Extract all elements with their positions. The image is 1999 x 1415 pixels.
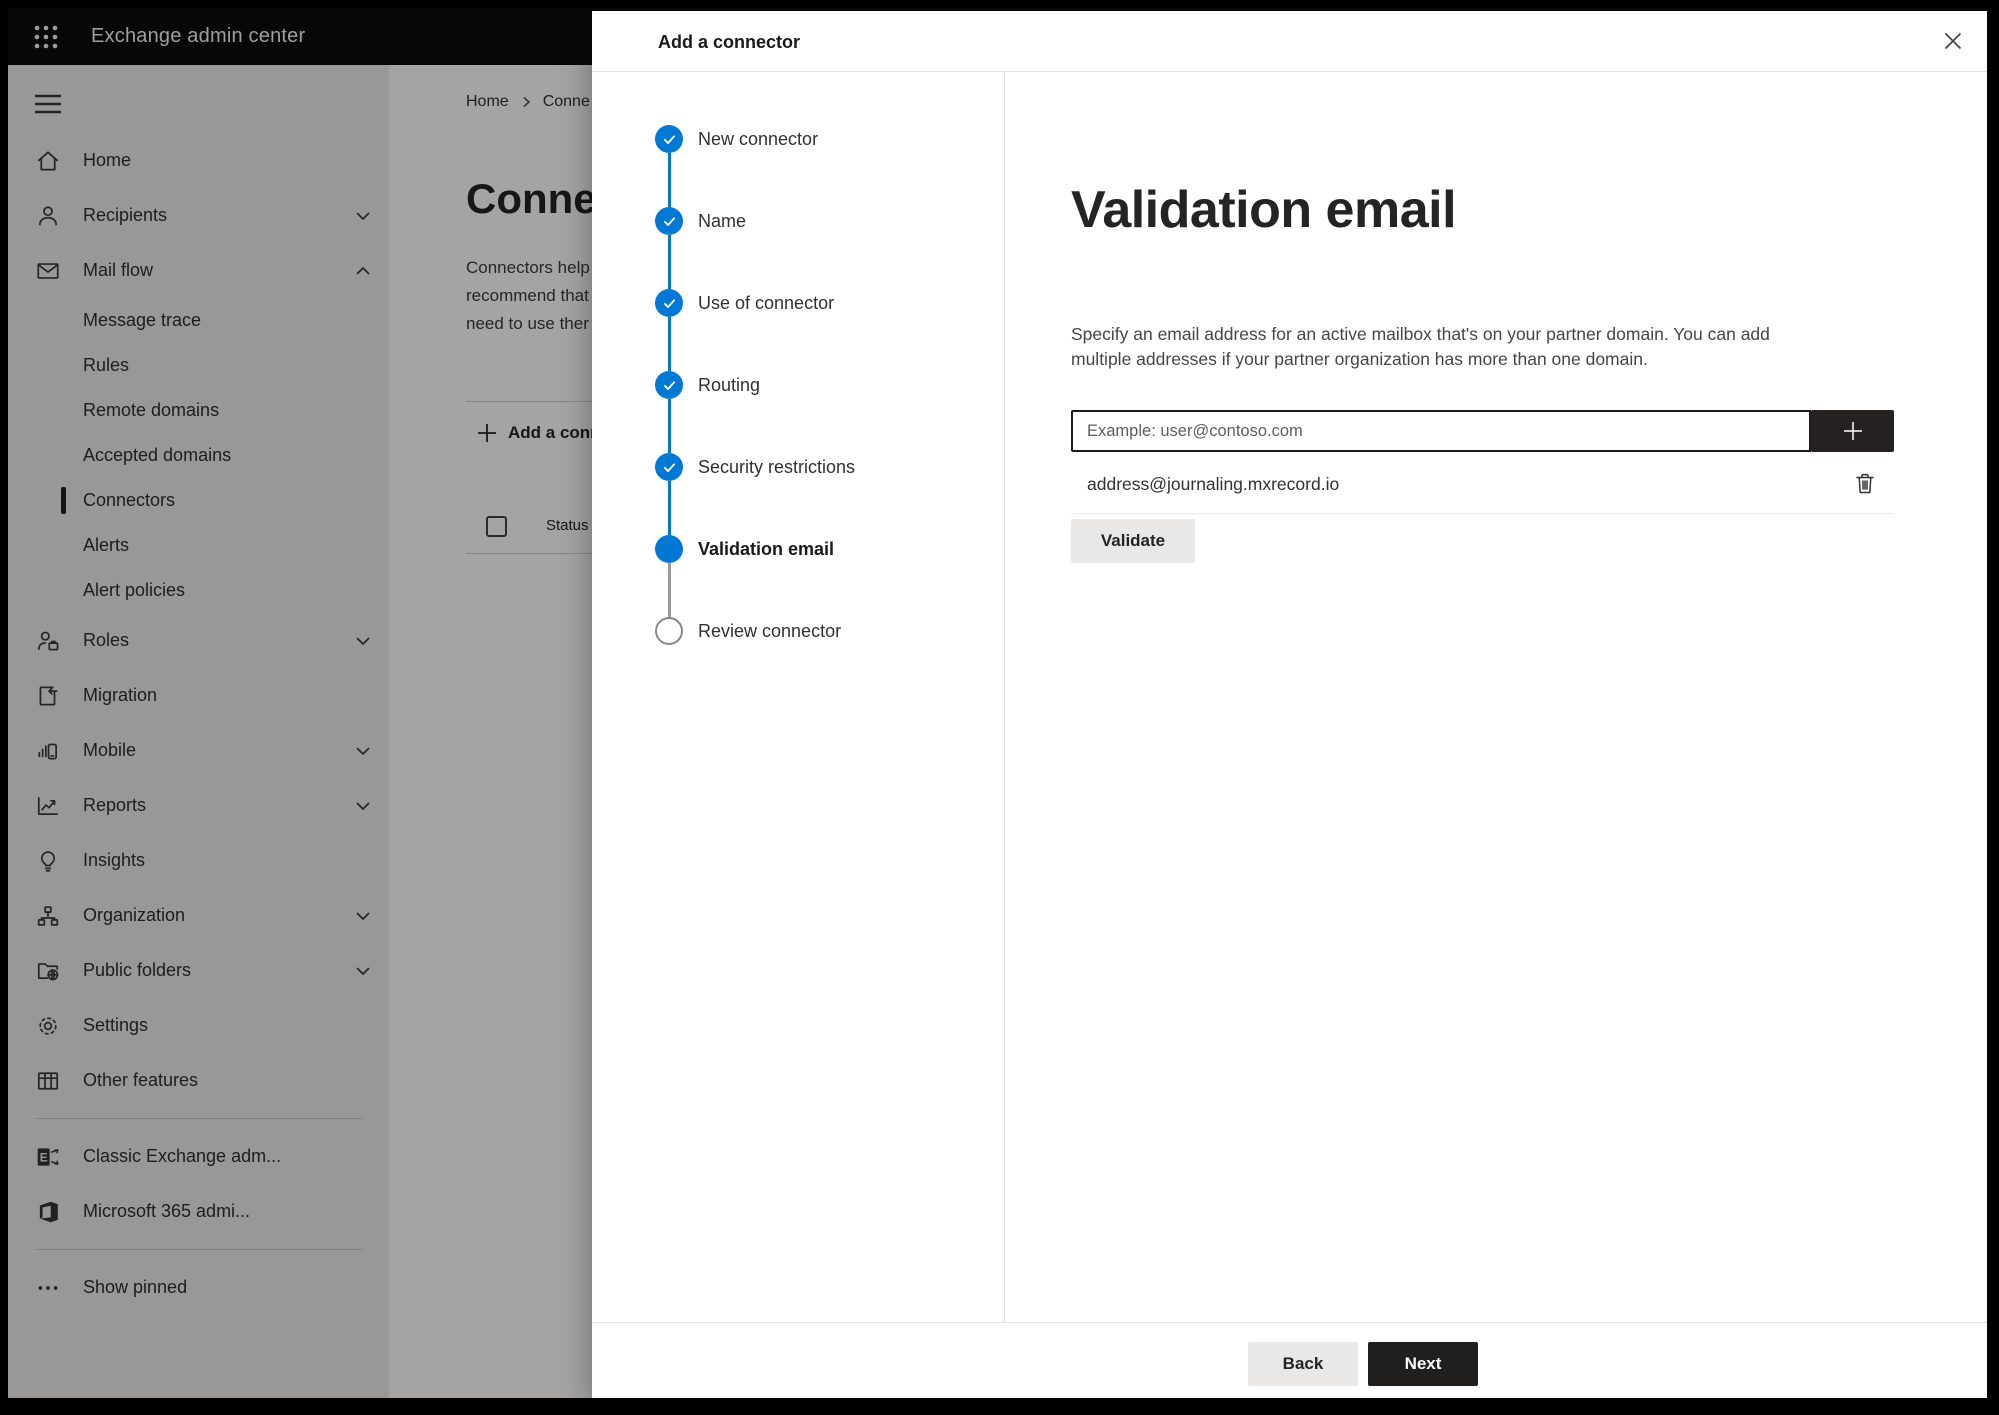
wizard-step-label: Routing xyxy=(698,374,761,395)
add-email-button[interactable] xyxy=(1811,410,1894,452)
close-icon xyxy=(1944,32,1962,50)
step-description-line: Specify an email address for an active m… xyxy=(1071,324,1770,344)
email-address-input[interactable] xyxy=(1071,410,1811,452)
step-check-icon xyxy=(655,371,683,399)
step-connector-line xyxy=(667,563,671,617)
wizard-step-validation-email[interactable]: Validation email xyxy=(592,535,1004,563)
wizard-step-security-restrictions[interactable]: Security restrictions xyxy=(592,453,1004,481)
wizard-step-label: Security restrictions xyxy=(698,456,856,477)
wizard-step-review-connector[interactable]: Review connector xyxy=(592,617,1004,645)
wizard-step-label: Review connector xyxy=(698,620,842,641)
dialog-footer: Back Next xyxy=(592,1322,1987,1398)
wizard-steps: New connector Name Use of connector Routing… xyxy=(592,72,1005,1322)
step-connector-line xyxy=(667,235,671,289)
step-todo-icon xyxy=(655,617,683,645)
email-entry-row xyxy=(1071,410,1894,452)
wizard-step-use-of-connector[interactable]: Use of connector xyxy=(592,289,1004,317)
dialog-body: New connector Name Use of connector Routing… xyxy=(592,72,1987,1322)
plus-icon xyxy=(1843,422,1862,440)
step-connector-line xyxy=(667,153,671,207)
app-frame: Exchange admin center Home Recipients Mail… xyxy=(8,8,1987,1398)
wizard-step-label: New connector xyxy=(698,128,819,149)
address-list-divider xyxy=(1071,513,1894,514)
step-check-icon xyxy=(655,207,683,235)
step-heading: Validation email xyxy=(1071,181,1457,239)
trash-icon xyxy=(1856,473,1874,494)
dialog-content: Validation email Specify an email addres… xyxy=(1005,72,1987,1322)
next-button[interactable]: Next xyxy=(1368,1342,1478,1386)
wizard-step-label: Use of connector xyxy=(698,292,835,313)
wizard-step-label: Name xyxy=(698,210,747,231)
back-button[interactable]: Back xyxy=(1248,1342,1358,1386)
close-button[interactable] xyxy=(1937,25,1969,57)
step-current-icon xyxy=(655,535,683,563)
step-check-icon xyxy=(655,289,683,317)
step-connector-line xyxy=(667,481,671,535)
step-check-icon xyxy=(655,453,683,481)
step-check-icon xyxy=(655,125,683,153)
wizard-step-routing[interactable]: Routing xyxy=(592,371,1004,399)
wizard-step-name[interactable]: Name xyxy=(592,207,1004,235)
address-row: address@journaling.mxrecord.io xyxy=(1071,463,1894,505)
dialog-title: Add a connector xyxy=(658,32,801,52)
step-description-line: multiple addresses if your partner organ… xyxy=(1071,349,1648,369)
step-description: Specify an email address for an active m… xyxy=(1071,322,1770,372)
wizard-step-label: Validation email xyxy=(698,538,835,559)
validate-button[interactable]: Validate xyxy=(1071,519,1195,563)
address-text: address@journaling.mxrecord.io xyxy=(1087,473,1340,494)
wizard-step-new-connector[interactable]: New connector xyxy=(592,125,1004,153)
dialog-header: Add a connector xyxy=(592,11,1987,72)
step-connector-line xyxy=(667,317,671,371)
add-connector-dialog: Add a connector New connector Name Use of … xyxy=(592,11,1987,1398)
delete-address-button[interactable] xyxy=(1850,469,1880,499)
step-connector-line xyxy=(667,399,671,453)
